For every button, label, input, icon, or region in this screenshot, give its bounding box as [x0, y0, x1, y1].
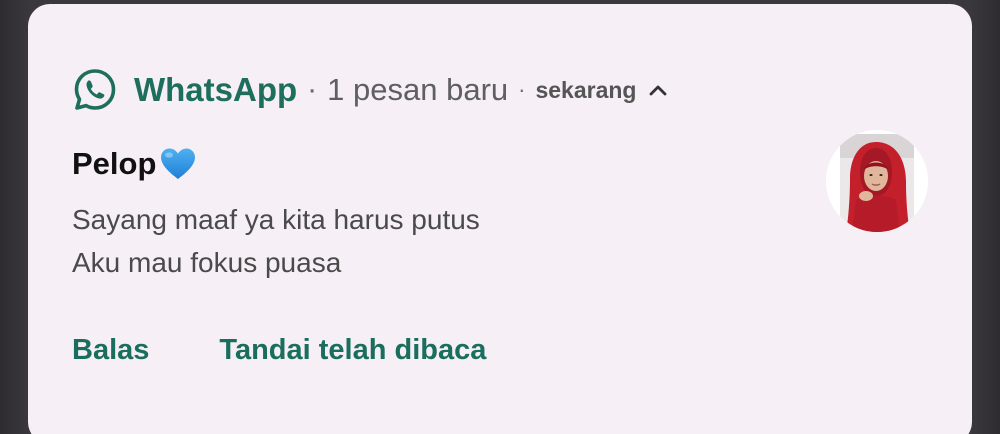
message-line: Aku mau fokus puasa	[72, 247, 342, 278]
app-name: WhatsApp	[134, 71, 298, 108]
notification-actions: Balas Tandai telah dibaca	[72, 334, 486, 367]
blue-heart-icon	[158, 146, 198, 182]
reply-button[interactable]: Balas	[72, 334, 149, 367]
separator-dot: ·	[518, 77, 526, 102]
notification-header: WhatsApp · 1 pesan baru · sekarang	[72, 66, 668, 114]
contact-avatar	[826, 130, 928, 232]
message-line: Sayang maaf ya kita harus putus	[72, 204, 480, 235]
mark-as-read-button[interactable]: Tandai telah dibaca	[219, 334, 486, 367]
notification-card[interactable]: WhatsApp · 1 pesan baru · sekarang Pelop	[28, 4, 972, 434]
whatsapp-icon	[72, 67, 118, 113]
new-message-count: 1 pesan baru	[327, 72, 509, 107]
sender-row: Pelop	[72, 146, 198, 182]
notification-time: sekarang	[535, 76, 637, 103]
chevron-up-icon[interactable]	[648, 83, 668, 97]
separator-dot: ·	[307, 73, 318, 106]
sender-name: Pelop	[72, 146, 157, 181]
